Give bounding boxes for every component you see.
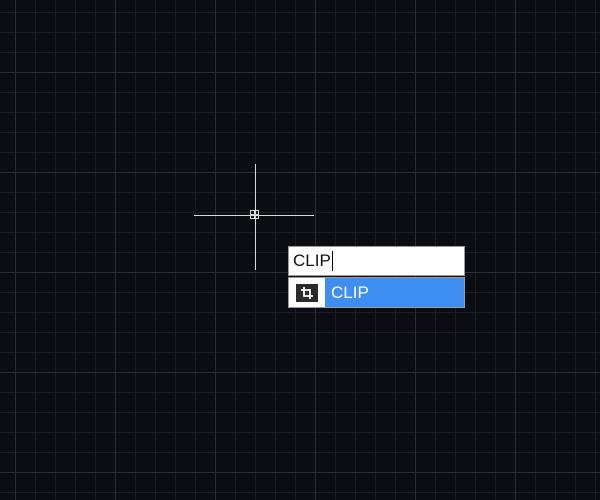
command-autocomplete-list: CLIP <box>288 277 465 308</box>
suggestion-item-label: CLIP <box>331 282 369 302</box>
dynamic-command-input[interactable]: CLIP <box>288 246 465 276</box>
pickbox-icon <box>250 210 259 219</box>
command-input-text: CLIP <box>293 251 331 270</box>
drawing-canvas[interactable]: CLIP CLIP <box>0 0 600 500</box>
text-caret <box>331 251 334 271</box>
suggestion-icon-cell[interactable] <box>289 278 325 307</box>
clip-icon <box>296 283 318 302</box>
suggestion-item-clip[interactable]: CLIP <box>325 278 464 307</box>
